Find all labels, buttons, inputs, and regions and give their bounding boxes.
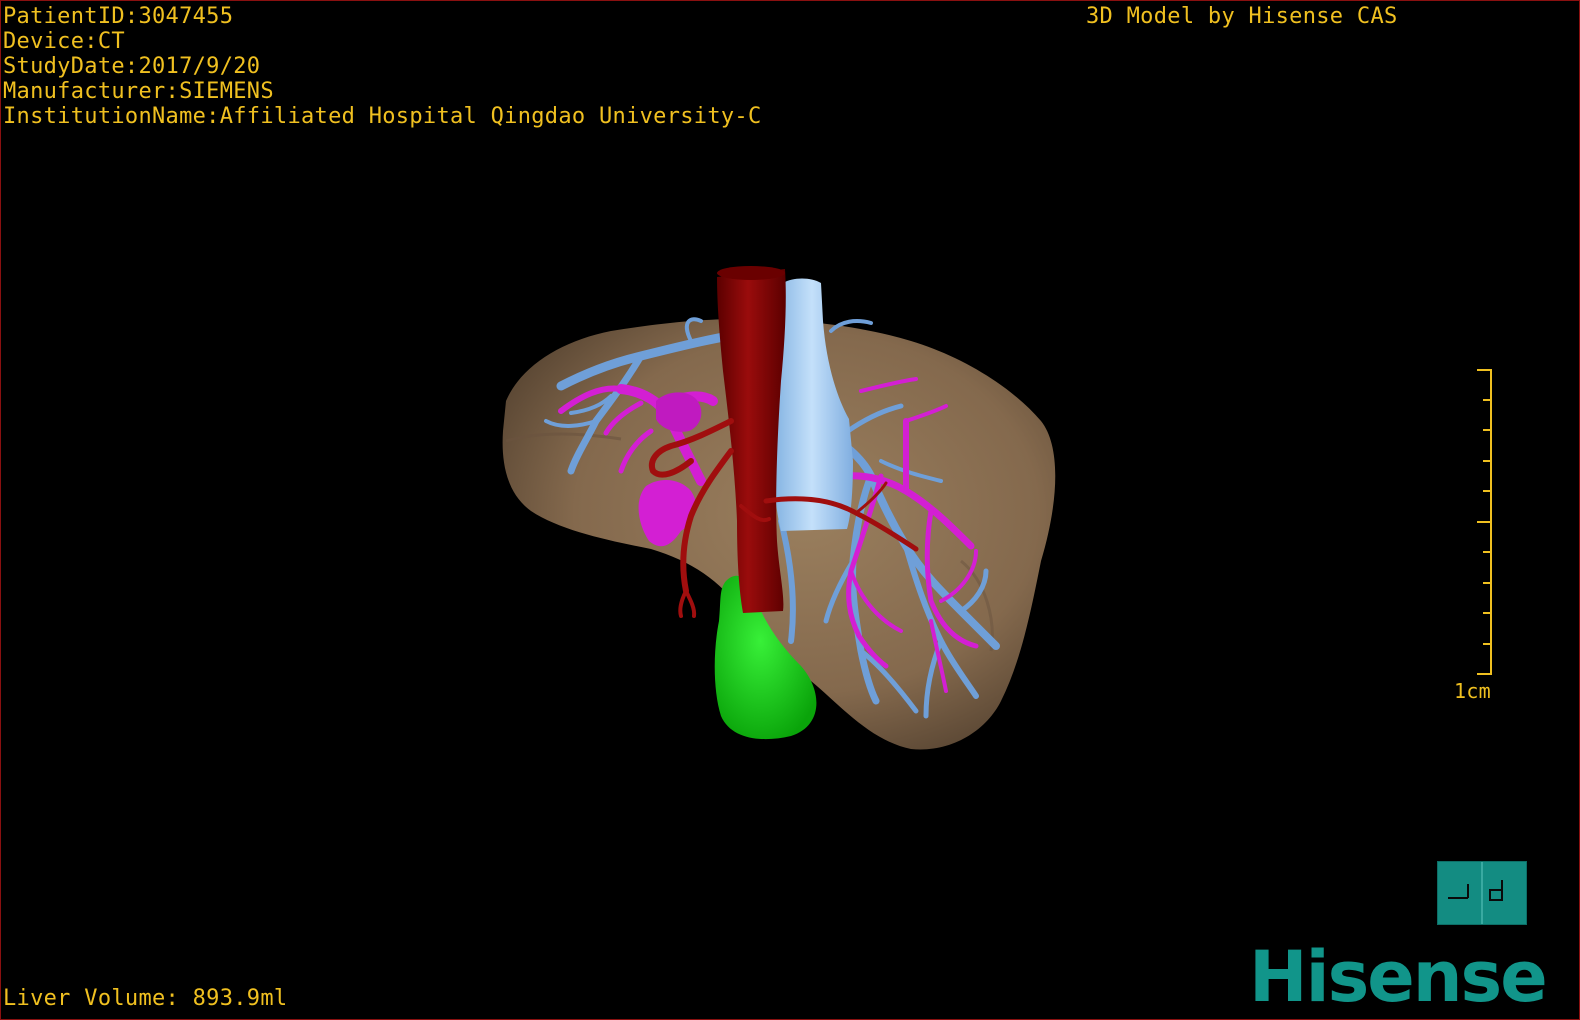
scale-bar: [1477, 369, 1492, 675]
study-date-label: StudyDate:2017/9/20: [3, 54, 261, 79]
scale-label: 1cm: [1454, 679, 1492, 703]
orientation-cube-icon: [1448, 862, 1503, 924]
model-credit-label: 3D Model by Hisense CAS: [1086, 4, 1398, 29]
liver-3d-model[interactable]: [1, 1, 1580, 1020]
hisense-logo: Hisense: [1249, 936, 1548, 1018]
institution-label: InstitutionName:Affiliated Hospital Qing…: [3, 104, 762, 129]
manufacturer-label: Manufacturer:SIEMENS: [3, 79, 274, 104]
patient-id-label: PatientID:3047455: [3, 4, 234, 29]
liver-volume-label: Liver Volume: 893.9ml: [3, 986, 288, 1011]
study-info-overlay: PatientID:3047455 Device:CT StudyDate:20…: [3, 4, 762, 129]
ct-3d-viewer[interactable]: PatientID:3047455 Device:CT StudyDate:20…: [0, 0, 1580, 1020]
orientation-view-button[interactable]: [1437, 861, 1527, 925]
device-label: Device:CT: [3, 29, 125, 54]
